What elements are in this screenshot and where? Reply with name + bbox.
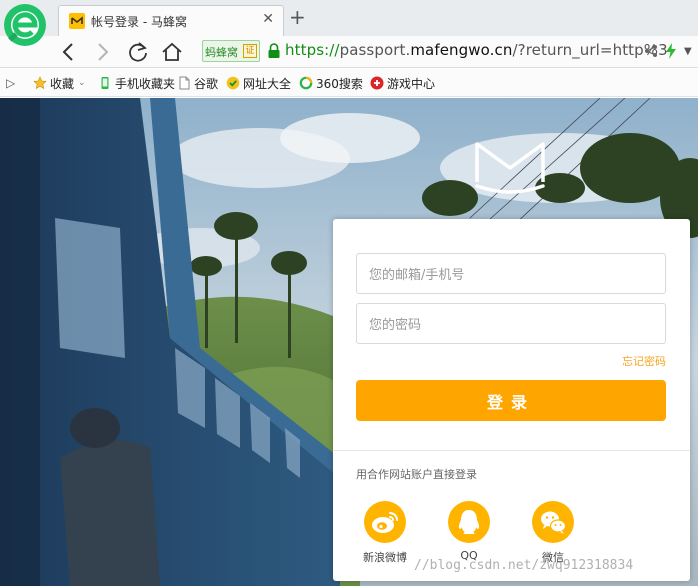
bookmark-hao360[interactable]: 网址大全 bbox=[226, 75, 291, 91]
phone-icon bbox=[101, 77, 109, 89]
wechat-icon bbox=[532, 501, 574, 543]
page-icon bbox=[179, 76, 190, 90]
360-search-icon bbox=[299, 76, 313, 90]
tab-close-icon[interactable]: ✕ bbox=[262, 11, 274, 27]
site-badge-label: 蚂蜂窝 bbox=[205, 46, 238, 59]
divider bbox=[333, 450, 690, 451]
bookmark-label: 手机收藏夹 bbox=[115, 76, 176, 91]
bookmark-label: 网址大全 bbox=[243, 76, 292, 91]
bookmarks-bar: ▷ 收藏 ⌄ 手机收藏夹 谷歌 网址大全 360搜索 游戏中心 bbox=[0, 69, 698, 97]
url-field[interactable]: https://passport.mafengwo.cn/?return_url… bbox=[285, 41, 668, 59]
tab-active[interactable]: 帐号登录 - 马蜂窝 ✕ bbox=[58, 5, 284, 36]
game-center-icon bbox=[370, 76, 384, 90]
wechat-login-button[interactable]: 微信 bbox=[523, 501, 583, 565]
weibo-icon bbox=[364, 501, 406, 543]
reload-icon[interactable] bbox=[125, 39, 151, 65]
certificate-icon: 证 bbox=[243, 44, 257, 58]
browser-logo-icon[interactable] bbox=[2, 2, 48, 48]
bookmark-favorites[interactable]: 收藏 ⌄ bbox=[33, 75, 86, 91]
tab-bar: 帐号登录 - 马蜂窝 ✕ + bbox=[0, 0, 698, 46]
bookmark-mobile-favorites[interactable]: 手机收藏夹 bbox=[98, 75, 175, 91]
home-icon[interactable] bbox=[159, 39, 185, 65]
lock-icon[interactable] bbox=[267, 42, 281, 60]
page-content: 您的邮箱/手机号 您的密码 忘记密码 登录 用合作网站账户直接登录 新浪微博 Q… bbox=[0, 98, 698, 586]
hao360-icon bbox=[226, 76, 240, 90]
url-scheme: https:// bbox=[285, 41, 340, 59]
social-label: 新浪微博 bbox=[363, 551, 407, 564]
url-host: mafengwo.cn bbox=[410, 41, 513, 59]
bookmark-label: 游戏中心 bbox=[387, 76, 436, 91]
social-login-title: 用合作网站账户直接登录 bbox=[356, 468, 477, 481]
bookmark-label: 谷歌 bbox=[194, 76, 219, 91]
qq-icon bbox=[448, 501, 490, 543]
account-input[interactable]: 您的邮箱/手机号 bbox=[356, 253, 666, 294]
bookmark-360-search[interactable]: 360搜索 bbox=[299, 75, 363, 91]
password-input[interactable]: 您的密码 bbox=[356, 303, 666, 344]
bookmark-label: 360搜索 bbox=[316, 76, 363, 91]
tab-title: 帐号登录 - 马蜂窝 bbox=[91, 15, 187, 29]
lightning-icon[interactable] bbox=[665, 43, 677, 59]
login-button-label: 登录 bbox=[486, 392, 535, 412]
star-icon bbox=[33, 76, 47, 90]
watermark: //blog.csdn.net/zwq912318834 bbox=[414, 558, 634, 573]
back-arrow-icon[interactable] bbox=[56, 39, 82, 65]
password-placeholder: 您的密码 bbox=[369, 318, 422, 333]
share-icon[interactable] bbox=[644, 44, 658, 58]
site-identity-badge[interactable]: 蚂蜂窝 证 bbox=[202, 40, 260, 62]
sidebar-toggle-icon[interactable]: ▷ bbox=[6, 75, 15, 91]
account-placeholder: 您的邮箱/手机号 bbox=[369, 268, 465, 283]
login-card: 您的邮箱/手机号 您的密码 忘记密码 登录 用合作网站账户直接登录 新浪微博 Q… bbox=[333, 219, 690, 581]
forward-arrow-icon[interactable] bbox=[89, 39, 115, 65]
navigation-bar: 蚂蜂窝 证 https://passport.mafengwo.cn/?retu… bbox=[0, 36, 698, 68]
bookmark-label: 收藏 bbox=[50, 76, 75, 91]
bookmark-game-center[interactable]: 游戏中心 bbox=[370, 75, 435, 91]
login-button[interactable]: 登录 bbox=[356, 380, 666, 421]
new-tab-icon[interactable]: + bbox=[289, 5, 306, 29]
mafengwo-favicon-icon bbox=[69, 13, 85, 29]
qq-login-button[interactable]: QQ bbox=[439, 501, 499, 562]
bookmark-google[interactable]: 谷歌 bbox=[177, 75, 218, 91]
chevron-down-icon[interactable]: ▼ bbox=[684, 46, 692, 57]
chevron-down-icon: ⌄ bbox=[78, 78, 86, 88]
url-host-prefix: passport. bbox=[339, 41, 411, 59]
forgot-password-link[interactable]: 忘记密码 bbox=[622, 353, 666, 369]
weibo-login-button[interactable]: 新浪微博 bbox=[355, 501, 415, 565]
